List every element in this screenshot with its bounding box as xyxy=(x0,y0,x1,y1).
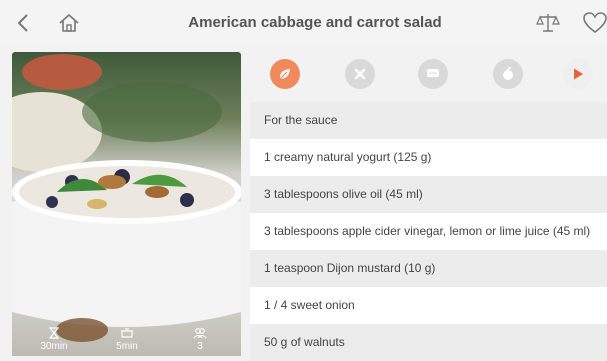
home-icon[interactable] xyxy=(54,8,84,38)
ingredients-tab[interactable] xyxy=(270,59,300,89)
cooking-pot-icon xyxy=(121,328,133,338)
cook-time-value: 5min xyxy=(116,341,138,352)
recipe-tabs xyxy=(250,52,607,96)
ingredient-row: 50 g of walnuts xyxy=(250,324,607,361)
total-time-stat: 30min xyxy=(24,327,84,352)
ingredient-section-header: For the sauce xyxy=(250,102,607,139)
ingredient-list: For the sauce 1 creamy natural yogurt (1… xyxy=(250,102,607,361)
page-title: American cabbage and carrot salad xyxy=(188,14,442,31)
salad-bowl-illustration xyxy=(12,54,241,342)
hourglass-icon xyxy=(49,327,59,339)
back-chevron-icon[interactable] xyxy=(8,8,38,38)
cook-time-stat: 5min xyxy=(97,327,157,352)
video-tab[interactable] xyxy=(563,59,593,89)
apple-icon xyxy=(503,67,513,80)
servings-stat: 3 xyxy=(170,327,230,352)
ingredient-row: 1 creamy natural yogurt (125 g) xyxy=(250,139,607,176)
ingredient-row: 3 tablespoons apple cider vinegar, lemon… xyxy=(250,213,607,250)
recipe-stats: 30min 5min 3 xyxy=(12,318,241,352)
people-icon xyxy=(193,328,207,339)
cross-icon xyxy=(354,68,366,80)
chat-icon xyxy=(427,69,439,77)
scale-icon[interactable] xyxy=(533,8,563,38)
nutrition-tab[interactable] xyxy=(493,59,523,89)
heart-icon[interactable] xyxy=(580,8,607,38)
leaf-icon xyxy=(279,69,290,80)
ingredient-row: 1 / 4 sweet onion xyxy=(250,287,607,324)
total-time-value: 30min xyxy=(40,341,68,352)
recipe-photo: 30min 5min 3 xyxy=(12,52,241,356)
play-icon xyxy=(574,68,583,80)
servings-value: 3 xyxy=(197,341,203,352)
utensils-tab[interactable] xyxy=(345,59,375,89)
ingredient-row: 1 teaspoon Dijon mustard (10 g) xyxy=(250,250,607,287)
steps-tab[interactable] xyxy=(418,59,448,89)
ingredient-row: 3 tablespoons olive oil (45 ml) xyxy=(250,176,607,213)
top-bar: American cabbage and carrot salad xyxy=(0,0,607,46)
